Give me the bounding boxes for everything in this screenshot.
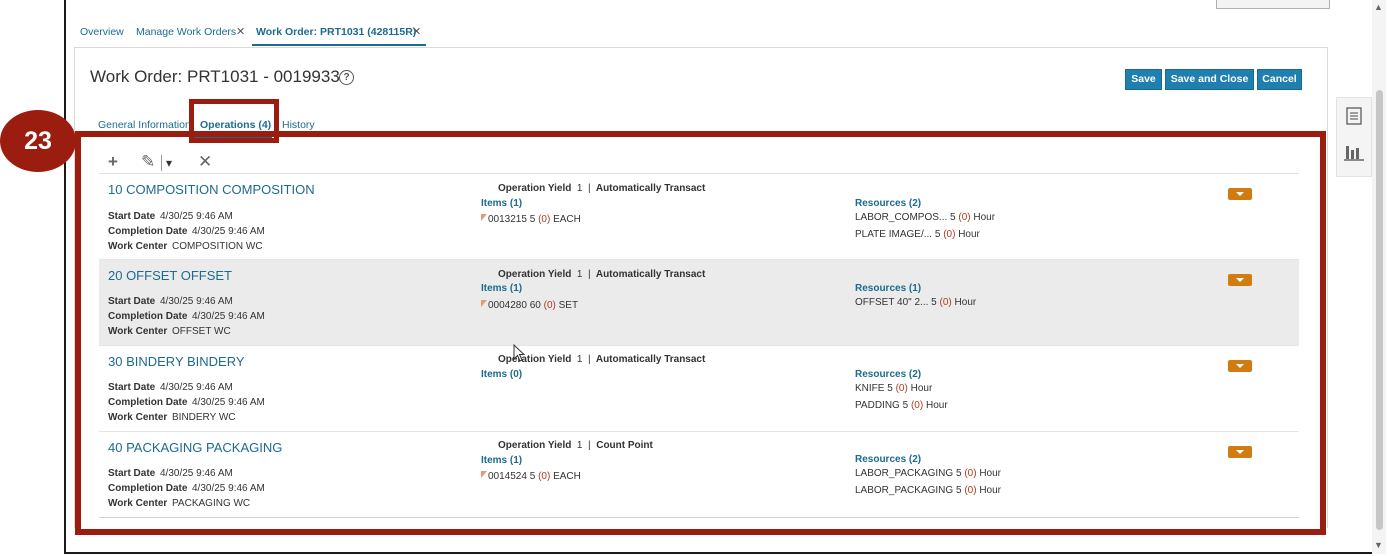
tab-work-order[interactable]: Work Order: PRT1031 (428115R) <box>256 26 416 38</box>
save-and-close-button[interactable]: Save and Close <box>1165 69 1254 90</box>
tab-general-information[interactable]: General Information <box>98 119 191 131</box>
document-icon[interactable] <box>1346 107 1362 125</box>
step-number-badge: 23 <box>0 110 76 172</box>
operations-highlight-box <box>75 131 1326 535</box>
page-title: Work Order: PRT1031 - 0019933 <box>90 67 340 86</box>
scroll-down-arrow-icon[interactable]: ▼ <box>1374 540 1383 550</box>
top-right-button[interactable] <box>1216 0 1330 9</box>
tab-history[interactable]: History <box>282 119 315 131</box>
tab-manage-work-orders[interactable]: Manage Work Orders <box>136 26 236 38</box>
close-icon[interactable]: ✕ <box>412 25 421 38</box>
save-button[interactable]: Save <box>1125 69 1162 90</box>
scrollbar-thumb[interactable] <box>1376 90 1383 530</box>
close-icon[interactable]: ✕ <box>236 25 245 38</box>
tab-overview[interactable]: Overview <box>80 26 124 38</box>
side-panel-icons <box>1336 97 1372 177</box>
active-tab-indicator <box>252 44 426 46</box>
bar-chart-icon[interactable] <box>1344 143 1364 161</box>
cancel-button[interactable]: Cancel <box>1257 69 1302 90</box>
scroll-up-arrow-icon[interactable]: ▲ <box>1374 2 1383 12</box>
help-icon[interactable]: ? <box>339 70 354 85</box>
